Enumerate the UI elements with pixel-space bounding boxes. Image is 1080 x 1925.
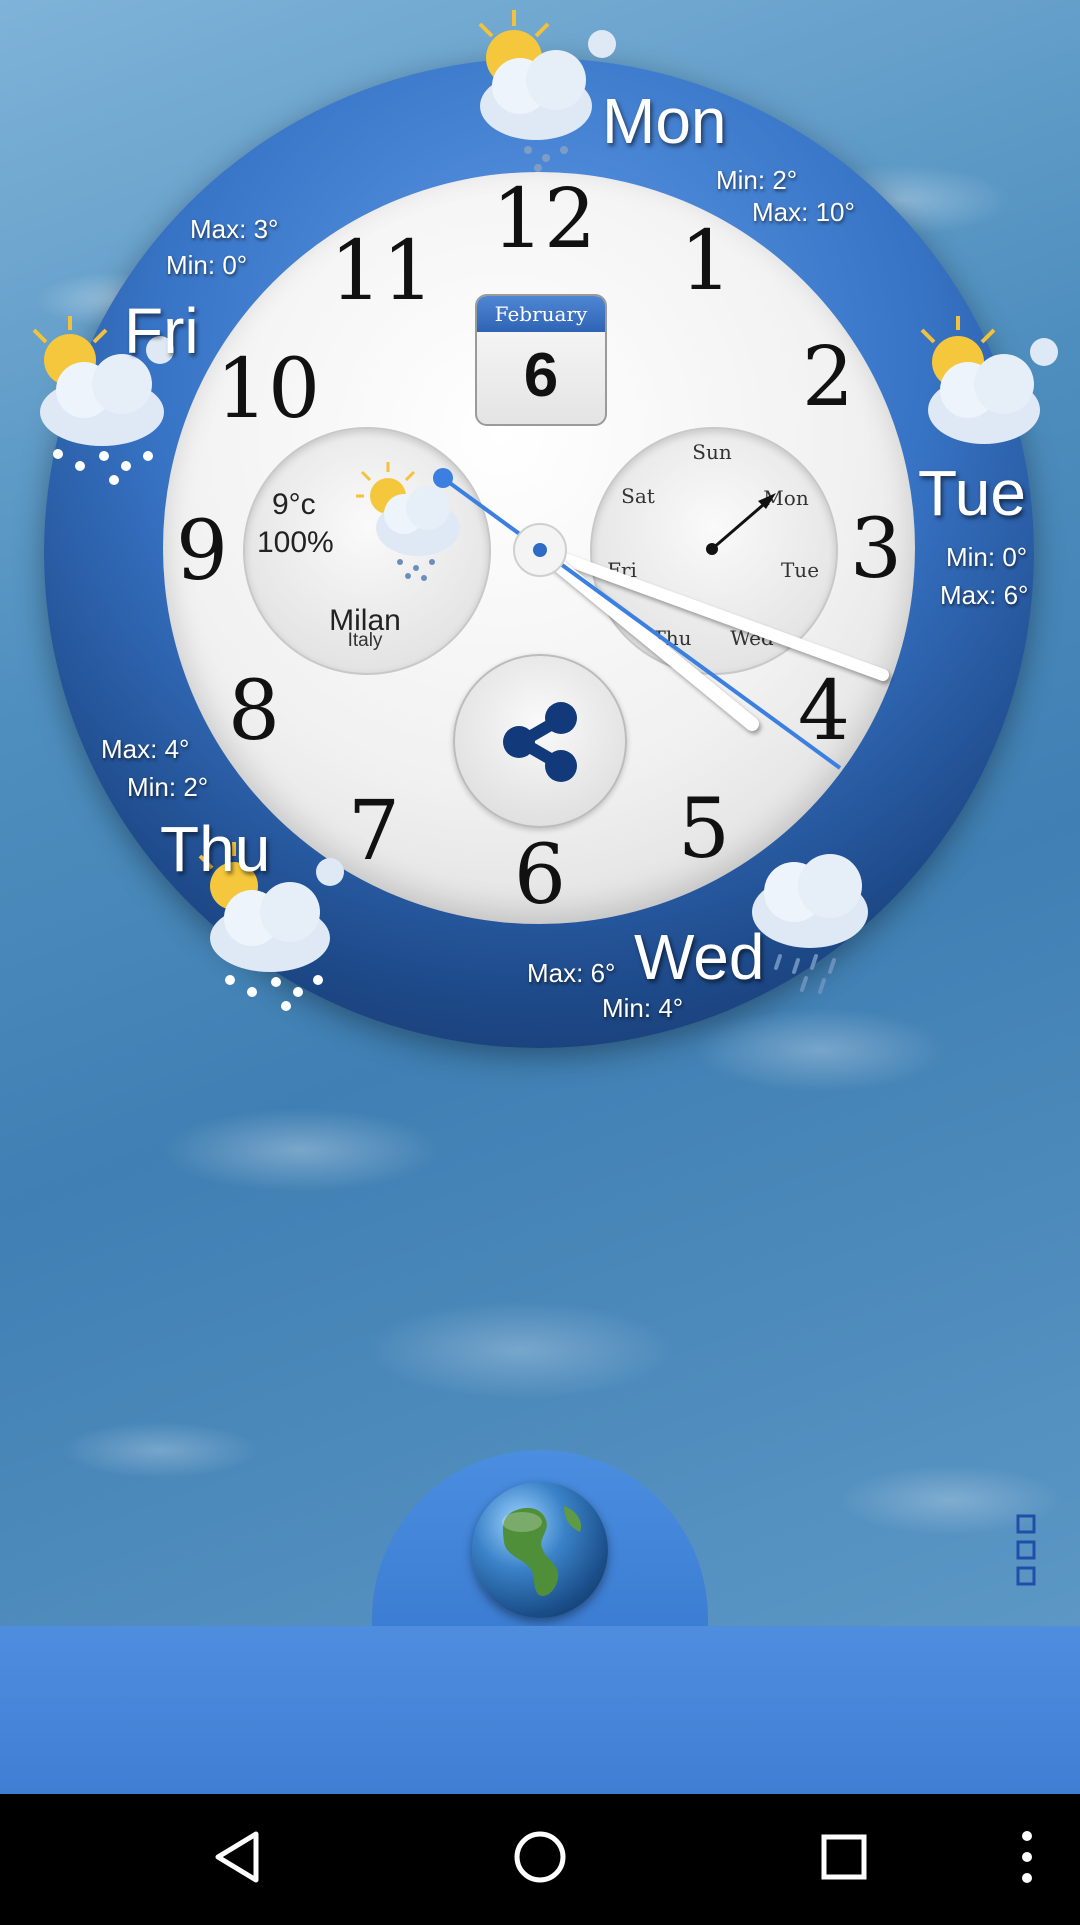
tue-rain-cloud-icon xyxy=(920,316,1058,444)
share-icon xyxy=(503,702,577,782)
forecast-mon-day: Mon xyxy=(602,85,727,157)
nav-home-button[interactable] xyxy=(480,1794,600,1920)
navigation-bar xyxy=(0,1794,1080,1920)
forecast-wed-day: Wed xyxy=(634,921,765,993)
bottom-band xyxy=(0,1626,1080,1794)
globe-icon xyxy=(502,1506,582,1597)
globe-button[interactable] xyxy=(472,1482,608,1618)
forecast-tue-day: Tue xyxy=(918,457,1026,529)
more-icon xyxy=(1022,1831,1032,1883)
home-icon xyxy=(514,1831,566,1883)
forecast-fri-min: Min: 0° xyxy=(166,250,248,280)
menu-icon[interactable] xyxy=(1016,1514,1038,1588)
nav-recents-button[interactable] xyxy=(784,1794,904,1920)
forecast-tue-min: Min: 0° xyxy=(946,542,1028,572)
back-icon xyxy=(215,1831,259,1883)
share-button[interactable] xyxy=(453,654,627,828)
forecast-thu-min: Min: 2° xyxy=(127,772,209,802)
forecast-fri-day: Fri xyxy=(124,295,199,367)
recents-icon xyxy=(821,1834,867,1880)
forecast-mon-max: Max: 10° xyxy=(752,197,855,227)
forecast-wed-min: Min: 4° xyxy=(602,993,684,1023)
nav-more-button[interactable] xyxy=(967,1794,1067,1920)
forecast-fri-max: Max: 3° xyxy=(190,214,279,244)
forecast-wed-max: Max: 6° xyxy=(527,958,616,988)
forecast-thu-day: Thu xyxy=(160,813,271,885)
forecast-tue-max: Max: 6° xyxy=(940,580,1029,610)
forecast-mon-min: Min: 2° xyxy=(716,165,798,195)
nav-back-button[interactable] xyxy=(178,1794,298,1920)
forecast-thu-max: Max: 4° xyxy=(101,734,190,764)
